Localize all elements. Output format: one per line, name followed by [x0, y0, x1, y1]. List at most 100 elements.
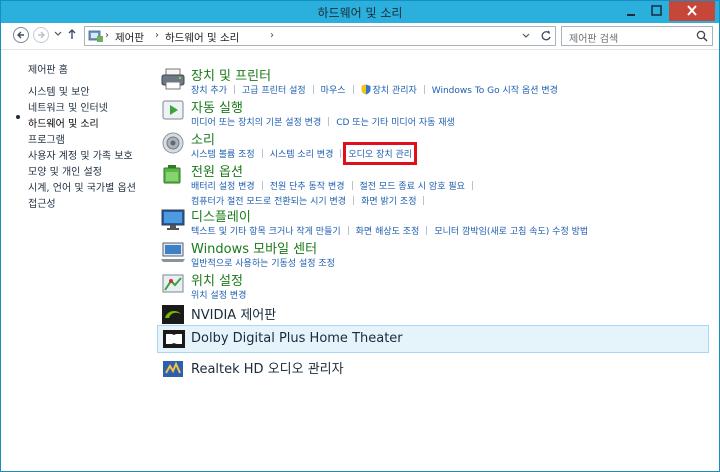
sidebar-item-network-internet[interactable]: 네트워크 및 인터넷: [28, 99, 108, 114]
link-divider: [353, 196, 355, 205]
category-display: 디스플레이 텍스트 및 기타 항목 크거나 작게 만들기 화면 해상도 조정 모니터…: [159, 206, 709, 237]
link-divider: [426, 226, 428, 235]
link-divider: [328, 117, 330, 126]
monitor-icon: [161, 209, 185, 230]
mobility-center-icon: [161, 242, 185, 262]
category-dolby[interactable]: Dolby Digital Plus Home Theater: [157, 325, 709, 353]
category-links-devices: 장치 추가 고급 프린터 설정 마우스 장치 관리자 Windows To Go 시작 …: [191, 83, 558, 96]
maximize-icon: [651, 5, 662, 16]
link-autoplay-cd[interactable]: CD 또는 기타 미디어 자동 재생: [336, 115, 455, 128]
link-divider: [261, 149, 263, 158]
category-title-power-options[interactable]: 전원 옵션: [191, 161, 243, 180]
link-divider: [471, 181, 473, 190]
close-icon: [687, 5, 697, 16]
location-icon: [162, 274, 184, 293]
search-placeholder: 제어판 검색: [569, 34, 619, 45]
sidebar-item-clock-language[interactable]: 시계, 언어 및 국가별 옵션: [28, 179, 136, 194]
category-links-power: 배터리 설정 변경 전원 단추 동작 변경 절전 모드 종료 시 암호 필요: [191, 179, 480, 192]
sidebar-item-appearance[interactable]: 모양 및 개인 설정: [28, 163, 102, 178]
category-mobility-center: Windows 모바일 센터 일반적으로 사용하는 기동성 설정 조정: [159, 238, 709, 269]
category-links-display: 텍스트 및 기타 항목 크거나 작게 만들기 화면 해상도 조정 모니터 깜박임(새…: [191, 224, 588, 237]
sidebar-item-system-security[interactable]: 시스템 및 보안: [28, 83, 90, 98]
link-divider: [233, 85, 235, 94]
sidebar-item-hardware-sound[interactable]: 하드웨어 및 소리: [28, 115, 99, 130]
title-bar[interactable]: 하드웨어 및 소리: [1, 1, 719, 23]
link-advanced-printer-setup[interactable]: 고급 프린터 설정: [242, 83, 306, 96]
link-divider: [312, 85, 314, 94]
category-title-sound[interactable]: 소리: [191, 129, 215, 148]
category-title-realtek[interactable]: Realtek HD 오디오 관리자: [191, 358, 344, 377]
category-devices-printers: 장치 및 프린터 장치 추가 고급 프린터 설정 마우스 장치 관리자 Windows …: [159, 65, 709, 96]
breadcrumb-separator-icon[interactable]: ›: [105, 30, 109, 41]
link-power-button-action[interactable]: 전원 단추 동작 변경: [270, 179, 345, 192]
link-change-system-sounds[interactable]: 시스템 소리 변경: [270, 147, 334, 160]
category-links-mobility: 일반적으로 사용하는 기동성 설정 조정: [191, 256, 335, 269]
category-sound: 소리 시스템 볼륨 조정 시스템 소리 변경 오디오 장치 관리: [159, 129, 709, 165]
category-title-location-settings[interactable]: 위치 설정: [191, 270, 243, 289]
current-page-bullet-icon: [16, 115, 20, 119]
refresh-icon[interactable]: [540, 30, 552, 42]
category-power-options: 전원 옵션 배터리 설정 변경 전원 단추 동작 변경 절전 모드 종료 시 암호 …: [159, 161, 709, 207]
uac-shield-icon: [361, 84, 371, 95]
sidebar-item-control-panel-home[interactable]: 제어판 홈: [28, 61, 68, 76]
up-arrow-icon[interactable]: [67, 28, 77, 40]
breadcrumb-separator-icon[interactable]: ›: [270, 30, 274, 41]
category-links-autoplay: 미디어 또는 장치의 기본 설정 변경 CD 또는 기타 미디어 자동 재생: [191, 115, 455, 128]
minimize-button[interactable]: [618, 1, 644, 21]
forward-button[interactable]: [33, 27, 49, 43]
link-adjust-system-volume[interactable]: 시스템 볼륨 조정: [191, 147, 255, 160]
link-screen-resolution[interactable]: 화면 해상도 조정: [356, 224, 420, 237]
link-add-device[interactable]: 장치 추가: [191, 83, 227, 96]
address-bar[interactable]: › 제어판 › 하드웨어 및 소리 ›: [84, 26, 556, 46]
dolby-icon: [163, 330, 185, 348]
recent-locations-dropdown-icon[interactable]: [54, 31, 62, 37]
link-divider: [352, 85, 354, 94]
link-monitor-flicker[interactable]: 모니터 깜박임(새로 고침 속도) 수정 방법: [434, 224, 588, 237]
breadcrumb-hardware-sound[interactable]: 하드웨어 및 소리: [165, 30, 239, 45]
link-text-size[interactable]: 텍스트 및 기타 항목 크거나 작게 만들기: [191, 224, 341, 237]
link-divider: [423, 85, 425, 94]
category-title-nvidia[interactable]: NVIDIA 제어판: [191, 304, 276, 323]
close-button[interactable]: [669, 1, 715, 21]
autoplay-icon: [162, 100, 184, 120]
category-links-sound: 시스템 볼륨 조정 시스템 소리 변경 오디오 장치 관리: [191, 142, 418, 165]
navigation-bar: › 제어판 › 하드웨어 및 소리 › 제어판 검색: [1, 23, 719, 50]
sidebar-item-accessibility[interactable]: 접근성: [28, 195, 56, 210]
category-title-mobility-center[interactable]: Windows 모바일 센터: [191, 238, 317, 257]
search-icon[interactable]: [696, 30, 708, 42]
category-title-dolby[interactable]: Dolby Digital Plus Home Theater: [191, 331, 403, 346]
link-change-battery-settings[interactable]: 배터리 설정 변경: [191, 179, 255, 192]
breadcrumb-control-panel[interactable]: 제어판: [115, 30, 144, 45]
sidebar-item-user-accounts[interactable]: 사용자 계정 및 가족 보호: [28, 147, 133, 162]
maximize-button[interactable]: [644, 1, 669, 21]
link-manage-audio-devices[interactable]: 오디오 장치 관리: [343, 142, 418, 165]
back-button[interactable]: [13, 27, 29, 43]
breadcrumb-separator-icon[interactable]: ›: [155, 30, 159, 41]
link-change-default-media-settings[interactable]: 미디어 또는 장치의 기본 설정 변경: [191, 115, 321, 128]
category-title-devices-printers[interactable]: 장치 및 프린터: [191, 65, 271, 84]
control-panel-window: 하드웨어 및 소리 › 제어판 › 하드웨어 및 소리 › 제어판 검색 제어판…: [0, 0, 720, 472]
realtek-icon: [163, 361, 183, 377]
speaker-icon: [162, 132, 184, 154]
category-links-location: 위치 설정 변경: [191, 288, 246, 301]
link-require-password-on-wake[interactable]: 절전 모드 종료 시 암호 필요: [360, 179, 465, 192]
link-windows-to-go[interactable]: Windows To Go 시작 옵션 변경: [432, 83, 558, 96]
link-divider: [423, 196, 425, 205]
printer-icon: [161, 68, 185, 90]
category-autoplay: 자동 실행 미디어 또는 장치의 기본 설정 변경 CD 또는 기타 미디어 자동…: [159, 97, 709, 128]
category-title-display[interactable]: 디스플레이: [191, 206, 251, 225]
link-divider: [347, 226, 349, 235]
link-adjust-mobility-settings[interactable]: 일반적으로 사용하는 기동성 설정 조정: [191, 256, 335, 269]
address-dropdown-icon[interactable]: [522, 33, 530, 39]
link-device-manager[interactable]: 장치 관리자: [373, 83, 417, 96]
category-title-autoplay[interactable]: 자동 실행: [191, 97, 243, 116]
arrow-right-icon: [38, 31, 45, 39]
link-mouse[interactable]: 마우스: [321, 83, 346, 96]
battery-icon: [163, 165, 181, 184]
link-change-location-settings[interactable]: 위치 설정 변경: [191, 288, 246, 301]
link-divider: [351, 181, 353, 190]
minimize-icon: [627, 14, 635, 16]
window-title: 하드웨어 및 소리: [317, 6, 403, 20]
sidebar-item-programs[interactable]: 프로그램: [28, 131, 65, 146]
search-box[interactable]: 제어판 검색: [561, 26, 713, 46]
